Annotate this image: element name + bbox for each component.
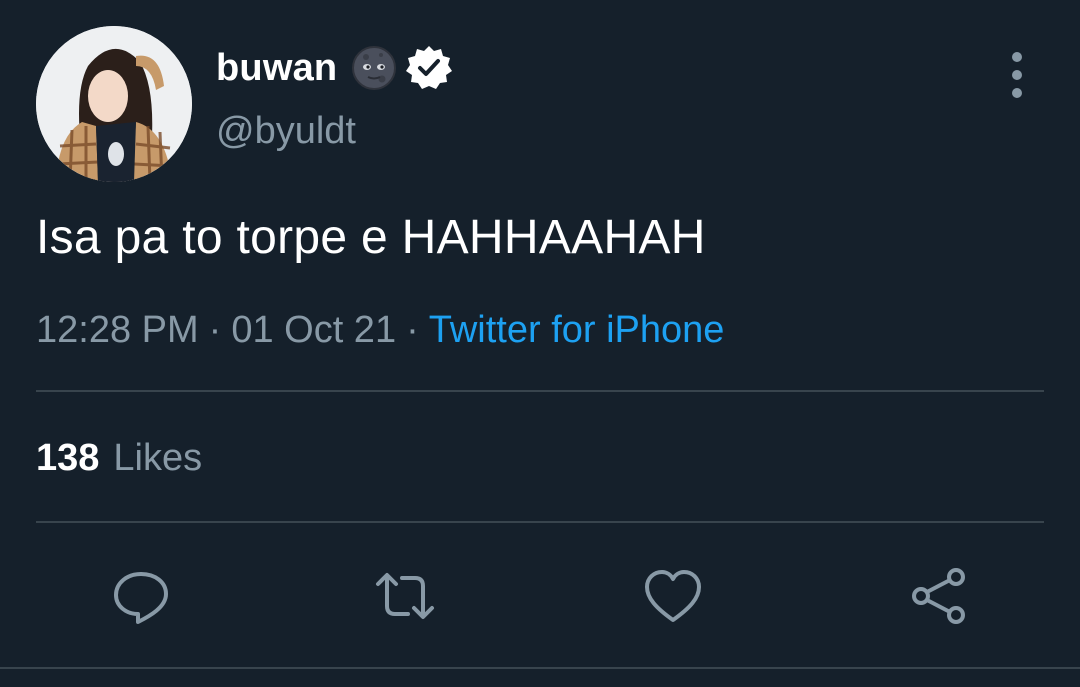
more-dot-icon — [1012, 52, 1022, 62]
display-name[interactable]: buwan — [216, 47, 337, 90]
tweet-text: Isa pa to torpe e HAHHAAHAH — [36, 211, 706, 264]
meta-separator: · — [208, 309, 222, 351]
tweet-meta: 12:28 PM · 01 Oct 21 · Twitter for iPhone — [36, 309, 724, 352]
share-icon — [912, 568, 965, 624]
more-dot-icon — [1012, 70, 1022, 80]
meta-separator: · — [406, 309, 419, 351]
divider — [0, 667, 1080, 669]
tweet-detail: buwan @byuldt Isa pa to torpe e HAHHAAHA… — [0, 0, 1080, 687]
more-options-button[interactable] — [998, 52, 1036, 98]
avatar-photo — [36, 26, 192, 182]
reply-icon — [114, 572, 168, 624]
likes-stat[interactable]: 138 Likes — [36, 437, 202, 480]
like-icon — [645, 570, 701, 622]
divider — [36, 521, 1044, 523]
name-row: buwan — [216, 40, 453, 96]
avatar[interactable] — [36, 26, 192, 182]
likes-count: 138 — [36, 437, 100, 479]
like-button[interactable] — [642, 566, 704, 626]
tweet-source-link[interactable]: Twitter for iPhone — [429, 309, 725, 351]
tweet-time: 12:28 PM — [36, 309, 199, 351]
tweet-date: 01 Oct 21 — [231, 309, 397, 351]
user-handle[interactable]: @byuldt — [216, 110, 356, 153]
retweet-icon — [376, 573, 434, 619]
divider — [36, 390, 1044, 392]
verified-badge-icon — [405, 44, 453, 92]
reply-button[interactable] — [110, 566, 172, 626]
more-dot-icon — [1012, 88, 1022, 98]
new-moon-face-emoji-icon — [351, 45, 397, 91]
likes-label: Likes — [113, 437, 203, 479]
retweet-button[interactable] — [374, 566, 436, 626]
share-button[interactable] — [908, 566, 970, 626]
